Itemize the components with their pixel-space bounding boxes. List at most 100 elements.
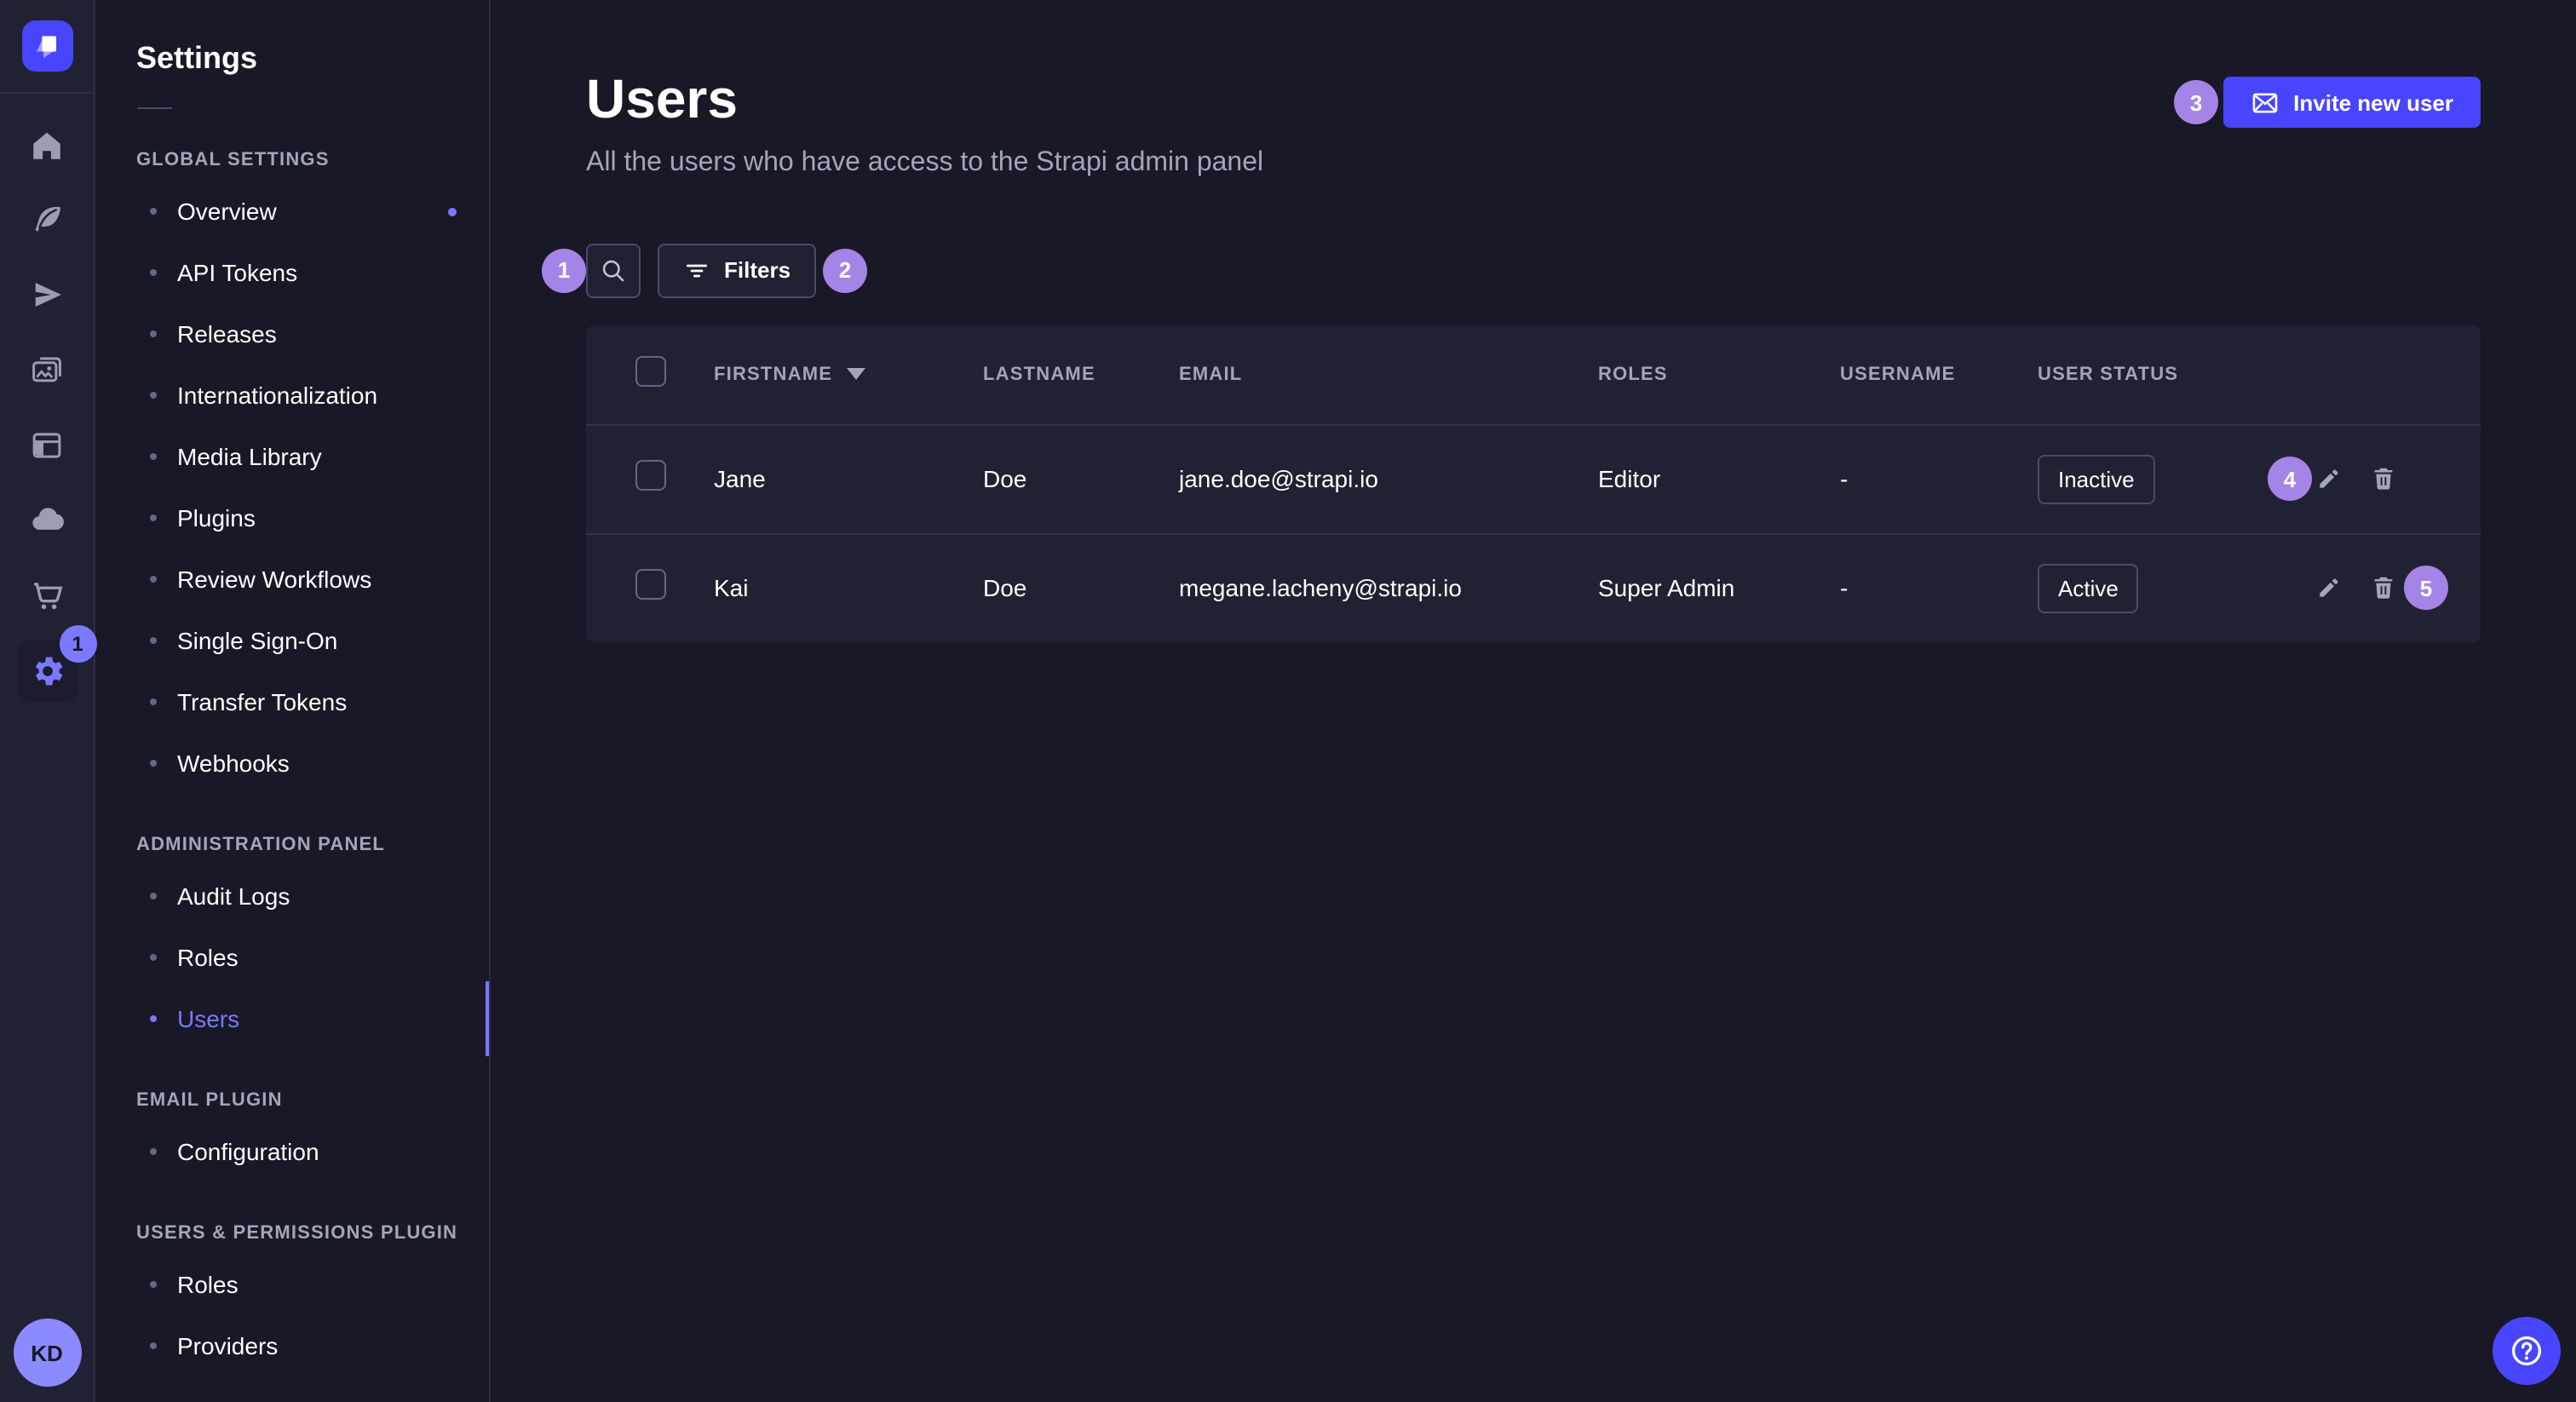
page-subtitle: All the users who have access to the Str…	[586, 148, 2481, 179]
bullet-icon	[150, 208, 157, 215]
sidebar-item-admin-roles[interactable]: Roles	[95, 927, 489, 988]
paper-plane-icon	[30, 278, 64, 312]
user-avatar[interactable]: KD	[13, 1319, 81, 1387]
nav-deploy-button[interactable]	[18, 491, 76, 549]
invite-button-label: Invite new user	[2293, 89, 2453, 115]
nav-media-library-button[interactable]	[18, 341, 76, 399]
trash-icon	[2370, 466, 2397, 493]
notification-dot	[448, 207, 457, 215]
table-row-kai-doe[interactable]: Kai Doe megane.lacheny@strapi.io Super A…	[586, 533, 2481, 642]
row-checkbox[interactable]	[635, 570, 666, 600]
select-all-checkbox[interactable]	[635, 356, 666, 387]
annotation-badge-1: 1	[542, 249, 586, 293]
question-mark-icon	[2508, 1332, 2545, 1370]
bullet-icon	[150, 1148, 157, 1155]
delete-user-button[interactable]	[2370, 575, 2397, 602]
users-page: Users All the users who have access to t…	[491, 0, 2576, 1402]
edit-user-button[interactable]	[2315, 466, 2343, 493]
nav-home-button[interactable]	[18, 116, 76, 174]
sidebar-item-audit-logs[interactable]: Audit Logs	[95, 865, 489, 927]
cell-roles: Super Admin	[1598, 575, 1840, 602]
table-header-row: FIRSTNAME LASTNAME EMAIL ROLES USERNAME …	[586, 325, 2481, 424]
cell-email: jane.doe@strapi.io	[1179, 466, 1598, 493]
filters-button[interactable]: Filters	[658, 244, 816, 298]
nav-content-type-builder-button[interactable]	[18, 416, 76, 474]
feather-icon	[30, 203, 64, 237]
global-settings-list: Overview API Tokens Releases Internation…	[95, 181, 489, 794]
cell-roles: Editor	[1598, 466, 1840, 493]
cell-email: megane.lacheny@strapi.io	[1179, 575, 1598, 602]
pencil-icon	[2315, 575, 2343, 602]
email-plugin-list: Configuration	[95, 1121, 489, 1182]
filter-icon	[683, 257, 710, 284]
bullet-icon	[150, 954, 157, 961]
administration-panel-list: Audit Logs Roles Users	[95, 865, 489, 1049]
sidebar-item-overview[interactable]: Overview	[95, 181, 489, 242]
status-badge: Inactive	[2038, 455, 2155, 504]
column-header-lastname[interactable]: LASTNAME	[983, 365, 1179, 385]
section-label-email-plugin: EMAIL PLUGIN	[136, 1090, 489, 1111]
section-label-administration-panel: ADMINISTRATION PANEL	[136, 835, 489, 855]
bullet-icon	[150, 453, 157, 460]
sidebar-item-up-providers[interactable]: Providers	[95, 1315, 489, 1376]
sidebar-item-email-configuration[interactable]: Configuration	[95, 1121, 489, 1182]
status-badge: Active	[2038, 564, 2139, 613]
bullet-icon	[150, 269, 157, 276]
delete-user-button[interactable]	[2370, 466, 2397, 493]
nav-settings-button[interactable]: 1	[16, 641, 78, 702]
annotation-badge-2: 2	[823, 249, 867, 293]
search-button[interactable]	[586, 244, 641, 298]
cart-icon	[29, 577, 65, 612]
main-nav-rail: 1 KD	[0, 0, 95, 1402]
sidebar-item-up-roles[interactable]: Roles	[95, 1254, 489, 1315]
section-label-global-settings: GLOBAL SETTINGS	[136, 150, 489, 170]
annotation-badge-4: 4	[2268, 457, 2312, 502]
settings-sub-nav: Settings GLOBAL SETTINGS Overview API To…	[95, 0, 491, 1402]
section-label-users-permissions-plugin: USERS & PERMISSIONS PLUGIN	[136, 1223, 489, 1244]
column-header-username[interactable]: USERNAME	[1840, 365, 2038, 385]
bullet-icon	[150, 1281, 157, 1288]
sidebar-item-transfer-tokens[interactable]: Transfer Tokens	[95, 671, 489, 733]
sidebar-item-single-sign-on[interactable]: Single Sign-On	[95, 610, 489, 671]
table-row-jane-doe[interactable]: Jane Doe jane.doe@strapi.io Editor - Ina…	[586, 424, 2481, 533]
nav-marketplace-button[interactable]	[18, 566, 76, 623]
sidebar-item-review-workflows[interactable]: Review Workflows	[95, 549, 489, 610]
sidebar-item-media-library[interactable]: Media Library	[95, 426, 489, 487]
divider	[138, 107, 172, 109]
sidebar-item-admin-users[interactable]: Users	[95, 988, 489, 1049]
strapi-logo[interactable]	[21, 20, 72, 72]
bullet-icon	[150, 514, 157, 521]
bullet-icon	[150, 330, 157, 337]
column-header-email[interactable]: EMAIL	[1179, 365, 1598, 385]
search-icon	[598, 256, 629, 286]
bullet-icon	[150, 760, 157, 767]
gear-icon	[28, 652, 66, 690]
nav-content-manager-button[interactable]	[18, 191, 76, 249]
bullet-icon	[150, 1342, 157, 1349]
edit-user-button[interactable]	[2315, 575, 2343, 602]
annotation-badge-3: 3	[2174, 80, 2218, 124]
sort-descending-icon	[846, 369, 865, 381]
home-icon	[29, 127, 65, 163]
header-actions: 3 Invite new user	[2174, 77, 2481, 128]
cloud-icon	[28, 501, 66, 538]
cell-lastname: Doe	[983, 466, 1179, 493]
users-table: FIRSTNAME LASTNAME EMAIL ROLES USERNAME …	[586, 325, 2481, 642]
column-header-user-status[interactable]: USER STATUS	[2038, 365, 2276, 385]
column-header-firstname[interactable]: FIRSTNAME	[714, 365, 983, 385]
cell-firstname: Kai	[714, 575, 983, 602]
strapi-admin-settings-users: 1 KD Settings GLOBAL SETTINGS Overview A…	[0, 0, 2576, 1402]
nav-releases-button[interactable]	[18, 266, 76, 324]
sidebar-item-releases[interactable]: Releases	[95, 303, 489, 365]
sidebar-item-webhooks[interactable]: Webhooks	[95, 733, 489, 794]
sidebar-item-plugins[interactable]: Plugins	[95, 487, 489, 549]
table-toolbar: 1 Filters 2	[586, 244, 2481, 298]
sidebar-item-internationalization[interactable]: Internationalization	[95, 365, 489, 426]
invite-new-user-button[interactable]: Invite new user	[2223, 77, 2481, 128]
sidebar-item-api-tokens[interactable]: API Tokens	[95, 242, 489, 303]
bullet-icon	[150, 1015, 157, 1022]
help-button[interactable]	[2493, 1317, 2561, 1385]
sidebar-title: Settings	[136, 41, 489, 77]
row-checkbox[interactable]	[635, 461, 666, 491]
column-header-roles[interactable]: ROLES	[1598, 365, 1840, 385]
